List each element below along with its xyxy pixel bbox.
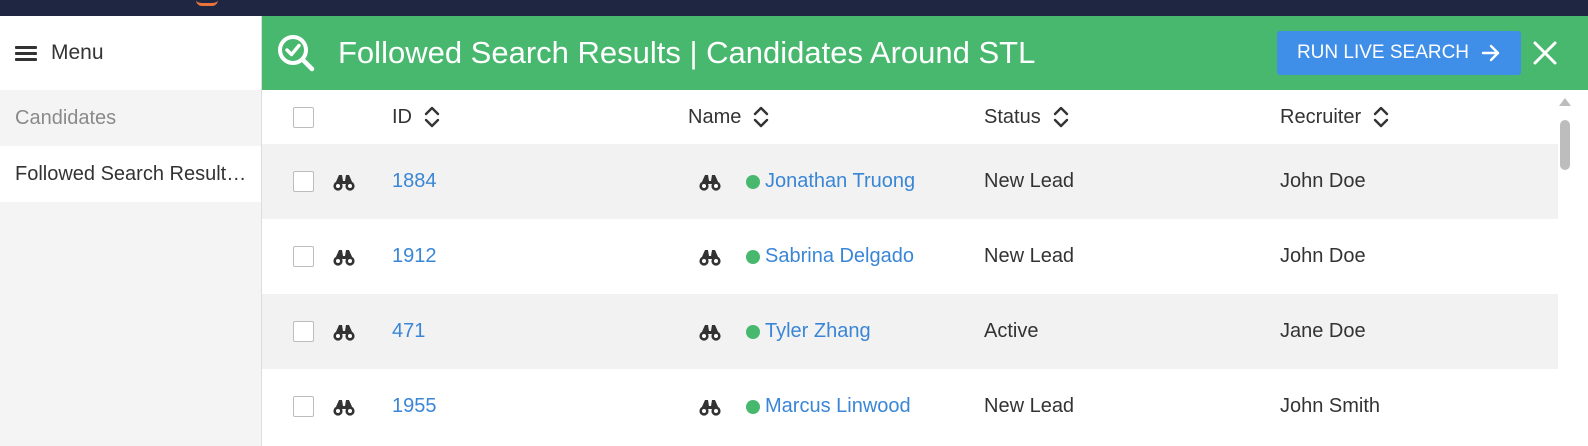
- candidate-name-link[interactable]: Sabrina Delgado: [765, 245, 914, 268]
- recruiter-cell: John Doe: [1280, 245, 1366, 267]
- binoculars-icon[interactable]: [698, 322, 722, 342]
- binoculars-icon[interactable]: [332, 397, 356, 417]
- status-dot: [746, 249, 760, 264]
- table-row[interactable]: 1884 Jonathan Truong New Lead John Doe: [262, 144, 1558, 219]
- hamburger-icon: [15, 44, 37, 62]
- row-checkbox[interactable]: [293, 321, 314, 342]
- status-cell: New Lead: [984, 170, 1075, 192]
- main-content: Followed Search Results | Candidates Aro…: [262, 16, 1588, 446]
- run-live-search-button[interactable]: RUN LIVE SEARCH: [1277, 31, 1521, 75]
- candidate-name-link[interactable]: Jonathan Truong: [765, 170, 915, 193]
- recruiter-cell: John Doe: [1280, 170, 1366, 192]
- scroll-thumb[interactable]: [1560, 120, 1570, 170]
- title-bar: Followed Search Results | Candidates Aro…: [262, 16, 1588, 90]
- candidate-id-link[interactable]: 1912: [392, 219, 437, 294]
- candidate-id-link[interactable]: 471: [392, 294, 425, 369]
- top-nav-bar: [0, 0, 1588, 16]
- select-all-checkbox[interactable]: [293, 106, 314, 128]
- candidate-name-link[interactable]: Marcus Linwood: [765, 395, 911, 418]
- sidebar-item-label: Followed Search Results | Candidates Aro…: [15, 162, 247, 185]
- binoculars-icon[interactable]: [332, 247, 356, 267]
- recruiter-cell: John Smith: [1280, 395, 1381, 417]
- sort-updown-icon[interactable]: [424, 104, 440, 130]
- table-row[interactable]: 471 Tyler Zhang Active Jane Doe: [262, 294, 1558, 369]
- table-row[interactable]: 1912 Sabrina Delgado New Lead John Doe: [262, 219, 1558, 294]
- column-header-label: Status: [984, 105, 1041, 128]
- table-row[interactable]: 1955 Marcus Linwood New Lead John Smith: [262, 369, 1558, 444]
- candidate-id-link[interactable]: 1884: [392, 144, 437, 219]
- sidebar-item-candidates[interactable]: Candidates: [0, 90, 261, 146]
- arrow-right-icon: [1481, 44, 1500, 62]
- candidate-name-link[interactable]: Tyler Zhang: [765, 320, 871, 343]
- binoculars-icon[interactable]: [698, 172, 722, 192]
- status-cell: New Lead: [984, 245, 1075, 267]
- close-icon[interactable]: [1532, 40, 1558, 66]
- status-cell: Active: [984, 320, 1039, 342]
- row-checkbox[interactable]: [293, 396, 314, 417]
- binoculars-icon[interactable]: [332, 172, 356, 192]
- column-header-label: Recruiter: [1280, 105, 1362, 128]
- scroll-up-arrow-icon[interactable]: [1559, 98, 1571, 106]
- column-header-status[interactable]: Status: [984, 90, 1069, 144]
- row-checkbox[interactable]: [293, 246, 314, 267]
- sort-updown-icon[interactable]: [1373, 104, 1389, 130]
- sidebar: Menu Candidates Followed Search Results …: [0, 16, 262, 446]
- table-header-row: ID Name Status Recruiter: [262, 90, 1558, 144]
- status-dot: [746, 324, 760, 339]
- vertical-scrollbar[interactable]: [1558, 90, 1588, 446]
- column-header-id[interactable]: ID: [392, 90, 440, 144]
- status-cell: New Lead: [984, 395, 1075, 417]
- menu-toggle[interactable]: Menu: [0, 16, 261, 90]
- search-check-icon: [278, 35, 315, 72]
- binoculars-icon[interactable]: [698, 247, 722, 267]
- brand-logo-fragment: [196, 0, 218, 6]
- binoculars-icon[interactable]: [332, 322, 356, 342]
- sort-updown-icon[interactable]: [753, 104, 769, 130]
- status-dot: [746, 174, 760, 189]
- status-dot: [746, 399, 760, 414]
- results-table: ID Name Status Recruiter 1884 Jonathan T…: [262, 90, 1558, 444]
- sort-updown-icon[interactable]: [1053, 104, 1069, 130]
- menu-label: Menu: [51, 41, 104, 64]
- row-checkbox[interactable]: [293, 171, 314, 192]
- column-header-label: ID: [392, 105, 412, 128]
- column-header-name[interactable]: Name: [688, 90, 769, 144]
- candidate-id-link[interactable]: 1955: [392, 369, 437, 444]
- recruiter-cell: Jane Doe: [1280, 320, 1366, 342]
- column-header-recruiter[interactable]: Recruiter: [1280, 90, 1389, 144]
- binoculars-icon[interactable]: [698, 397, 722, 417]
- sidebar-item-label: Candidates: [15, 106, 117, 129]
- column-header-label: Name: [688, 105, 742, 128]
- run-live-search-label: RUN LIVE SEARCH: [1296, 42, 1470, 63]
- sidebar-item-followed-search-results[interactable]: Followed Search Results | Candidates Aro…: [0, 146, 261, 202]
- page-title: Followed Search Results | Candidates Aro…: [338, 35, 1036, 70]
